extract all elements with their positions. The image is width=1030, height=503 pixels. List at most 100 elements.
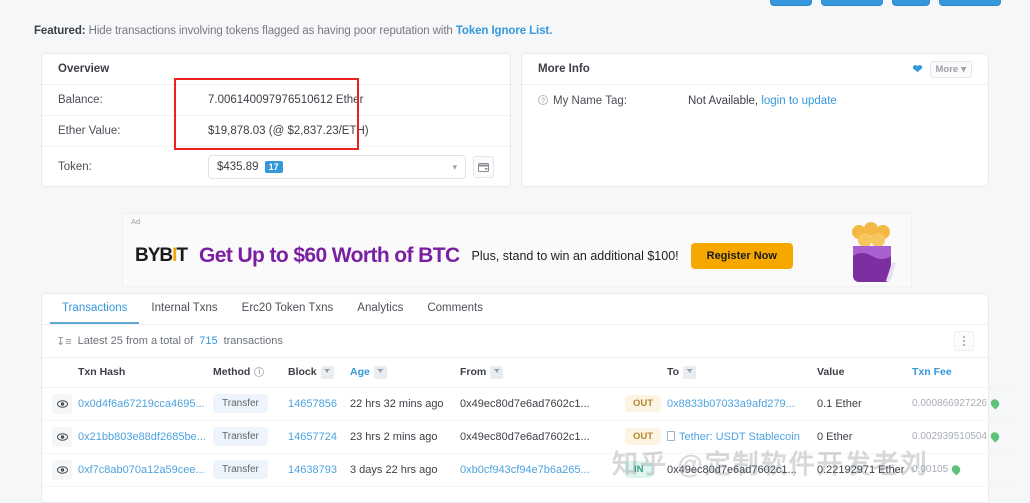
- th-age-label[interactable]: Age: [350, 366, 370, 378]
- ad-label: Ad: [131, 217, 141, 226]
- top-button-3[interactable]: [892, 0, 930, 6]
- method-badge: Transfer: [213, 394, 268, 413]
- transactions-panel: Transactions Internal Txns Erc20 Token T…: [41, 293, 1012, 503]
- tab-analytics[interactable]: Analytics: [345, 293, 415, 324]
- th-txn-hash-label: Txn Hash: [78, 366, 126, 379]
- question-mark-icon: ?: [538, 94, 548, 105]
- filter-icon[interactable]: [683, 365, 697, 379]
- txn-fee-text: 0.000866927226: [912, 397, 1012, 410]
- th-txn-fee: Txn Fee: [912, 358, 1012, 388]
- value-text: 0.22192971 Ether: [817, 463, 905, 476]
- token-count-badge: 17: [264, 161, 283, 173]
- th-txn-hash: Txn Hash: [78, 358, 213, 388]
- row-block-cell: 14638793: [288, 453, 350, 487]
- filter-icon[interactable]: [490, 365, 504, 379]
- row-method-cell: Transfer: [213, 453, 288, 487]
- row-age-cell: 23 hrs 2 mins ago: [350, 420, 460, 454]
- info-icon[interactable]: i: [254, 367, 265, 378]
- ad-banner[interactable]: Ad BYB I T Get Up to $60 Worth of BTC Plus…: [122, 213, 912, 287]
- ether-value-amount: $19,878.03 (@ $2,837.23/ETH): [208, 125, 369, 137]
- block-link[interactable]: 14657724: [288, 431, 337, 443]
- row-fee-cell: 0.000866927226: [912, 387, 1012, 421]
- token-label: Token:: [58, 161, 92, 173]
- tab-comments[interactable]: Comments: [415, 293, 495, 324]
- table-header-row: Txn Hash Method i Block Age From To Valu…: [42, 358, 1012, 388]
- txn-fee-text: 0.002939510504: [912, 430, 1012, 443]
- row-to-cell: 0x49ec80d7e6ad7602c1...: [667, 453, 817, 487]
- name-tag-label: ? My Name Tag:: [538, 94, 688, 107]
- row-age-cell: 3 days 22 hrs ago: [350, 453, 460, 487]
- method-badge: Transfer: [213, 460, 268, 479]
- row-direction-cell: OUT: [625, 387, 667, 421]
- ad-headline: Get Up to $60 Worth of BTC: [199, 244, 460, 267]
- eye-icon[interactable]: [52, 459, 72, 480]
- sort-icon[interactable]: ↧≡: [56, 335, 72, 348]
- row-value-cell: 0.22192971 Ether: [817, 453, 912, 487]
- th-eye: [42, 358, 78, 388]
- token-dropdown[interactable]: $435.89 17 ▾: [208, 155, 467, 179]
- row-hash-cell: 0xf7c8ab070a12a59cee...: [78, 453, 213, 487]
- name-tag-row: ? My Name Tag: Not Available, login to up…: [522, 85, 988, 116]
- contract-doc-icon: [667, 431, 675, 441]
- block-link[interactable]: 14638793: [288, 464, 337, 476]
- to-address-text: 0x49ec80d7e6ad7602c1...: [667, 463, 797, 476]
- table-row: 0x0d4f6a67219cca4695... Transfer 14657856 2…: [42, 387, 1012, 421]
- ad-register-now-button[interactable]: Register Now: [690, 243, 793, 269]
- row-eye-cell: [42, 420, 78, 454]
- more-options-icon[interactable]: [954, 331, 974, 351]
- value-text: 0 Ether: [817, 430, 853, 443]
- th-txn-fee-label[interactable]: Txn Fee: [912, 366, 952, 378]
- login-to-update-link[interactable]: login to update: [761, 95, 836, 107]
- top-action-buttons: [770, 0, 1001, 6]
- heart-icon[interactable]: ❤: [912, 63, 922, 75]
- name-tag-value: Not Available, login to update: [688, 95, 837, 107]
- txn-hash-link[interactable]: 0x0d4f6a67219cca4695...: [78, 398, 205, 410]
- row-from-cell: 0x49ec80d7e6ad7602c1...: [460, 420, 625, 454]
- token-ignore-list-link[interactable]: Token Ignore List.: [456, 25, 552, 37]
- eye-icon[interactable]: [52, 393, 72, 414]
- more-info-title: More Info: [538, 63, 590, 75]
- to-address-link[interactable]: 0x8833b07033a9afd279...: [667, 398, 795, 410]
- tab-erc20-token-txns[interactable]: Erc20 Token Txns: [230, 293, 346, 324]
- from-address-link[interactable]: 0xb0cf943cf94e7b6a265...: [460, 464, 590, 476]
- age-text: 22 hrs 32 mins ago: [350, 397, 444, 410]
- row-to-cell: Tether: USDT Stablecoin: [667, 420, 817, 454]
- row-value-cell: 0 Ether: [817, 420, 912, 454]
- featured-notice: Featured: Hide transactions involving to…: [34, 25, 552, 37]
- row-age-cell: 22 hrs 32 mins ago: [350, 387, 460, 421]
- tab-internal-txns[interactable]: Internal Txns: [139, 293, 229, 324]
- balance-label: Balance:: [58, 94, 103, 106]
- block-link[interactable]: 14657856: [288, 398, 337, 410]
- eye-icon[interactable]: [52, 426, 72, 447]
- more-dropdown-button[interactable]: More ▾: [929, 60, 972, 78]
- transactions-total-count[interactable]: 715: [199, 335, 217, 347]
- txn-fee-text: 0.00105: [912, 463, 1012, 476]
- chevron-down-icon: ▾: [961, 63, 966, 75]
- to-address-link[interactable]: Tether: USDT Stablecoin: [679, 431, 800, 443]
- top-button-2[interactable]: [821, 0, 883, 6]
- th-block-label: Block: [288, 366, 317, 379]
- tab-transactions[interactable]: Transactions: [50, 293, 140, 324]
- row-fee-cell: 0.002939510504: [912, 420, 1012, 454]
- filter-icon[interactable]: [373, 365, 387, 379]
- wallet-icon-button[interactable]: [473, 156, 494, 178]
- top-button-1[interactable]: [770, 0, 812, 6]
- top-button-4[interactable]: [939, 0, 1001, 6]
- row-hash-cell: 0x21bb803e88df2685be...: [78, 420, 213, 454]
- direction-badge: IN: [625, 461, 653, 478]
- ad-subline: Plus, stand to win an additional $100!: [471, 249, 679, 263]
- token-row: Token: $435.89 17 ▾: [42, 147, 510, 187]
- transactions-table: Txn Hash Method i Block Age From To Valu…: [42, 358, 1012, 487]
- txn-hash-link[interactable]: 0x21bb803e88df2685be...: [78, 431, 206, 443]
- leaf-icon: [989, 397, 1002, 410]
- leaf-icon: [989, 430, 1002, 443]
- from-address-link[interactable]: 0x49ec80d7e6ad7602c1...: [460, 431, 590, 443]
- direction-badge: OUT: [625, 428, 662, 445]
- row-method-cell: Transfer: [213, 420, 288, 454]
- overview-title: Overview: [58, 63, 110, 75]
- txn-hash-link[interactable]: 0xf7c8ab070a12a59cee...: [78, 464, 205, 476]
- transactions-table-body: 0x0d4f6a67219cca4695... Transfer 14657856 2…: [42, 387, 1012, 487]
- th-from-label: From: [460, 366, 487, 379]
- filter-icon[interactable]: [320, 365, 334, 379]
- from-address-link[interactable]: 0x49ec80d7e6ad7602c1...: [460, 398, 590, 410]
